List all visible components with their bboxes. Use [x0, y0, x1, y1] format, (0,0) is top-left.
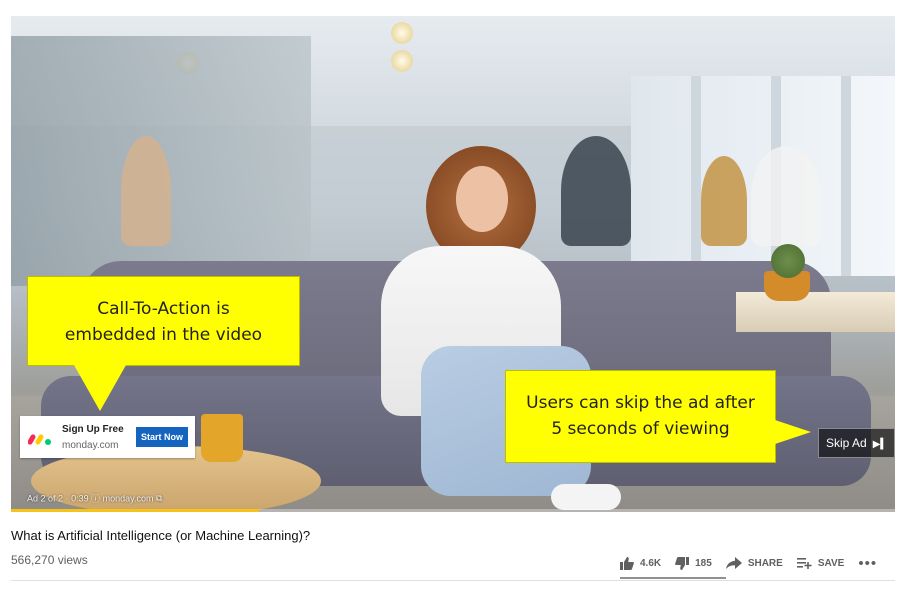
skip-annotation-line: Users can skip the ad after — [526, 393, 755, 413]
share-icon — [725, 557, 742, 569]
background-person — [751, 146, 821, 246]
annotation-pointer — [775, 420, 811, 444]
presenter-face — [456, 166, 508, 232]
cta-annotation-line: embedded in the video — [64, 325, 263, 345]
ad-title: Sign Up Free — [62, 424, 124, 435]
skip-annotation-line: 5 seconds of viewing — [551, 419, 730, 439]
background-person — [701, 156, 747, 246]
dislike-count: 185 — [695, 557, 712, 569]
thumbs-down-icon — [675, 556, 690, 570]
ad-domain-link[interactable]: monday.com — [103, 494, 154, 504]
ceiling-light — [391, 50, 413, 72]
save-button[interactable]: SAVE — [796, 557, 845, 569]
video-actions: 4.6K 185 SHARE SAVE ••• — [620, 552, 877, 574]
thumbs-up-icon — [620, 556, 634, 570]
ad-progress-fill — [11, 509, 259, 512]
presenter-shoe — [551, 484, 621, 510]
window-frame — [691, 76, 701, 276]
ad-position: Ad 2 of 2 — [27, 493, 64, 504]
skip-annotation: Users can skip the ad after 5 seconds of… — [505, 370, 776, 463]
cta-annotation-line: Call-To-Action is — [97, 299, 230, 319]
window-frame — [841, 76, 851, 276]
monday-logo-icon — [28, 434, 51, 445]
info-icon[interactable]: ⓘ — [91, 494, 100, 504]
start-now-button[interactable]: Start Now — [136, 427, 188, 447]
share-label: SHARE — [747, 557, 783, 569]
skip-ad-label: Skip Ad — [826, 436, 867, 450]
skip-next-icon: ▶▍ — [872, 439, 889, 450]
like-count: 4.6K — [640, 557, 662, 569]
ad-domain: monday.com — [62, 440, 119, 451]
view-count: 566,270 views — [11, 553, 88, 567]
dislike-button[interactable]: 185 — [675, 556, 712, 570]
background-person — [121, 136, 171, 246]
divider — [11, 580, 895, 581]
external-link-icon: ⧉ — [156, 493, 163, 503]
ad-overlay-card[interactable]: Sign Up Free monday.com Start Now — [20, 416, 195, 458]
cta-annotation: Call-To-Action is embedded in the video — [27, 276, 300, 366]
ad-separator: · — [65, 493, 69, 504]
ad-info-bar: Ad 2 of 2 · 0:39 ⓘ monday.com ⧉ — [27, 492, 162, 505]
annotation-pointer — [74, 365, 126, 411]
background-person — [561, 136, 631, 246]
like-button[interactable]: 4.6K — [620, 556, 662, 570]
mug — [201, 414, 243, 462]
save-label: SAVE — [817, 557, 845, 569]
ceiling-light — [391, 22, 413, 44]
more-actions-icon[interactable]: ••• — [858, 555, 877, 572]
share-button[interactable]: SHARE — [725, 557, 783, 569]
video-title: What is Artificial Intelligence (or Mach… — [11, 528, 311, 543]
skip-ad-button[interactable]: Skip Ad ▶▍ — [818, 428, 895, 458]
plant — [771, 244, 805, 278]
ad-time: 0:39 — [71, 493, 89, 504]
playlist-add-icon — [796, 558, 812, 569]
like-ratio-bar — [620, 577, 726, 579]
side-table — [736, 292, 895, 332]
